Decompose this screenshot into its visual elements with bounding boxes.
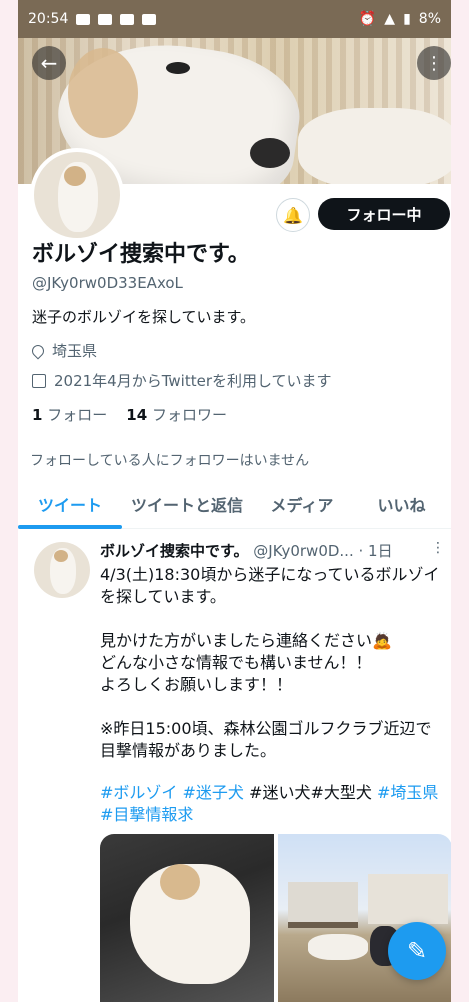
tweet-author-name: ボルゾイ捜索中です。 — [100, 542, 249, 560]
twitter-profile-screen: 20:54 ⏰ ▲ ▮ 8% ← ⋮ 🔔 フォロー中 ボルゾイ捜索中です。 @J… — [18, 0, 451, 1002]
notification-icon — [76, 13, 91, 25]
tweet-photo-1[interactable] — [100, 834, 274, 1002]
photo-dog-ear — [160, 864, 200, 900]
banner-dog-body — [298, 108, 451, 184]
tweet-line — [100, 696, 445, 718]
notification-icon-2 — [98, 13, 113, 25]
tab-likes[interactable]: いいね — [352, 480, 451, 528]
tweet-line: どんな小さな情報でも構いません！！ — [100, 653, 372, 672]
tweet-media[interactable] — [100, 834, 451, 1002]
profile-avatar[interactable] — [30, 148, 124, 242]
tab-tweets-replies[interactable]: ツイートと返信 — [122, 480, 252, 528]
followers-count: 14 — [126, 406, 148, 424]
more-vertical-icon: ⋮ — [431, 540, 445, 556]
wifi-icon: ▲ — [384, 11, 396, 27]
tweet-more-button[interactable]: ⋮ — [431, 540, 445, 556]
followers-link[interactable]: 14 フォロワー — [126, 406, 227, 424]
joined-text: 2021年4月からTwitterを利用しています — [54, 372, 332, 390]
hashtag-saitama[interactable]: #埼玉県 — [377, 783, 438, 802]
hashtag-stray-large-dog: #迷い犬#大型犬 — [249, 783, 372, 802]
follow-counts: 1 フォロー 14 フォロワー — [32, 404, 227, 425]
bell-plus-icon: 🔔 — [283, 205, 303, 225]
tweet-avatar-ear — [54, 550, 68, 562]
profile-tabs: ツイート ツイートと返信 メディア いいね — [18, 480, 451, 529]
tab-media[interactable]: メディア — [252, 480, 352, 528]
compose-tweet-button[interactable]: ✎ — [388, 922, 446, 980]
tweet-line: ※昨日15:00頃、森林公園ゴルフクラブ近辺で目撃情報がありました。 — [100, 719, 432, 760]
feather-plus-icon: ✎ — [406, 937, 428, 965]
profile-joined: 2021年4月からTwitterを利用しています — [32, 370, 332, 391]
profile-bio: 迷子のボルゾイを探しています。 — [32, 308, 256, 326]
tweet-time: · 1日 — [358, 542, 393, 560]
banner-dog-eye — [166, 62, 190, 74]
youtube-icon — [120, 13, 135, 25]
tweet-hashtags: #ボルゾイ #迷子犬 #迷い犬#大型犬 #埼玉県 #目撃情報求 — [100, 782, 445, 826]
calendar-icon — [32, 373, 46, 388]
location-text: 埼玉県 — [52, 342, 98, 360]
following-link[interactable]: 1 フォロー — [32, 406, 107, 424]
tweet-body: 4/3(土)18:30頃から迷子になっているボルゾイを探しています。 見かけた方… — [100, 564, 445, 762]
photo-house-2 — [368, 874, 448, 924]
tweet-line — [100, 608, 445, 630]
tweet-line: 見かけた方がいましたら連絡ください🙇 — [100, 631, 392, 650]
status-left: 20:54 — [28, 11, 157, 27]
tweet-line: よろしくお願いします！！ — [100, 675, 293, 694]
arrow-left-icon: ← — [40, 51, 58, 75]
hashtag-sighting-info[interactable]: #目撃情報求 — [100, 805, 193, 824]
banner-dog-ear — [68, 48, 138, 138]
banner-dog-nose — [250, 138, 290, 168]
hashtag-borzoi[interactable]: #ボルゾイ — [100, 783, 177, 802]
battery-level: 8% — [418, 11, 441, 27]
avatar-dog-ear — [64, 166, 86, 186]
back-button[interactable]: ← — [32, 46, 66, 80]
followers-you-know: フォローしている人にフォロワーはいません — [30, 453, 310, 469]
alarm-icon: ⏰ — [358, 11, 377, 27]
location-pin-icon — [29, 342, 47, 359]
profile-name: ボルゾイ捜索中です。 — [32, 242, 250, 267]
photo-dog — [308, 934, 368, 960]
tweet-card[interactable]: ボルゾイ捜索中です。 @JKy0rw0D... · 1日 ⋮ 4/3(土)18:… — [18, 530, 451, 1002]
status-right: ⏰ ▲ ▮ 8% — [359, 11, 441, 27]
profile-handle: @JKy0rw0D33EAxoL — [32, 274, 183, 292]
following-count: 1 — [32, 406, 43, 424]
tab-tweets[interactable]: ツイート — [18, 480, 122, 529]
following-button[interactable]: フォロー中 — [318, 198, 450, 230]
following-label: フォロー — [42, 406, 108, 424]
tweet-line: 4/3(土)18:30頃から迷子になっているボルゾイを探しています。 — [100, 565, 440, 606]
profile-location: 埼玉県 — [29, 340, 98, 361]
more-vertical-icon: ⋮ — [425, 52, 443, 74]
more-options-button[interactable]: ⋮ — [417, 46, 451, 80]
status-time: 20:54 — [28, 11, 69, 27]
status-bar: 20:54 ⏰ ▲ ▮ 8% — [18, 0, 451, 38]
hashtag-lost-dog[interactable]: #迷子犬 — [183, 783, 244, 802]
signal-icon: ▮ — [403, 11, 411, 27]
youtube-icon-2 — [142, 13, 157, 25]
tweet-avatar[interactable] — [34, 542, 90, 598]
photo-house — [288, 882, 358, 928]
followers-label: フォロワー — [147, 406, 227, 424]
tweet-header: ボルゾイ捜索中です。 @JKy0rw0D... · 1日 — [100, 540, 440, 561]
notification-bell-button[interactable]: 🔔 — [276, 198, 310, 232]
tweet-author-handle: @JKy0rw0D... — [253, 542, 354, 560]
